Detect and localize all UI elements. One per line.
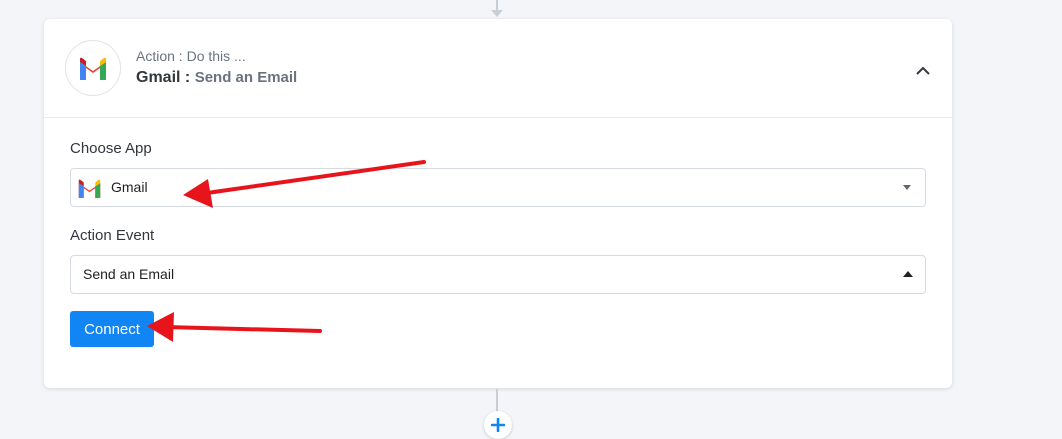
action-event-label: Action Event xyxy=(70,227,155,244)
step-subtitle: Action : Do this ... xyxy=(136,48,246,64)
gmail-logo-icon xyxy=(65,40,121,96)
step-event-name: Send an Email xyxy=(194,69,298,86)
choose-app-label: Choose App xyxy=(70,140,152,157)
step-title: Gmail : Send an Email xyxy=(136,69,297,87)
choose-app-value: Gmail xyxy=(111,179,148,195)
connector-arrow-icon xyxy=(491,10,503,17)
action-step-card: Action : Do this ... Gmail : Send an Ema… xyxy=(44,19,952,388)
plus-icon[interactable] xyxy=(484,411,512,439)
action-event-select[interactable]: Send an Email xyxy=(70,255,926,294)
action-event-value: Send an Email xyxy=(83,266,175,282)
choose-app-select[interactable]: Gmail xyxy=(70,168,926,207)
step-app-name: Gmail : xyxy=(136,69,191,86)
gmail-icon xyxy=(77,179,102,203)
chevron-up-icon[interactable] xyxy=(912,59,934,81)
step-header[interactable]: Action : Do this ... Gmail : Send an Ema… xyxy=(44,19,952,118)
caret-up-icon xyxy=(903,271,913,277)
caret-down-icon xyxy=(903,185,911,190)
connector-line-bottom xyxy=(496,389,498,413)
connect-button[interactable]: Connect xyxy=(70,311,154,347)
